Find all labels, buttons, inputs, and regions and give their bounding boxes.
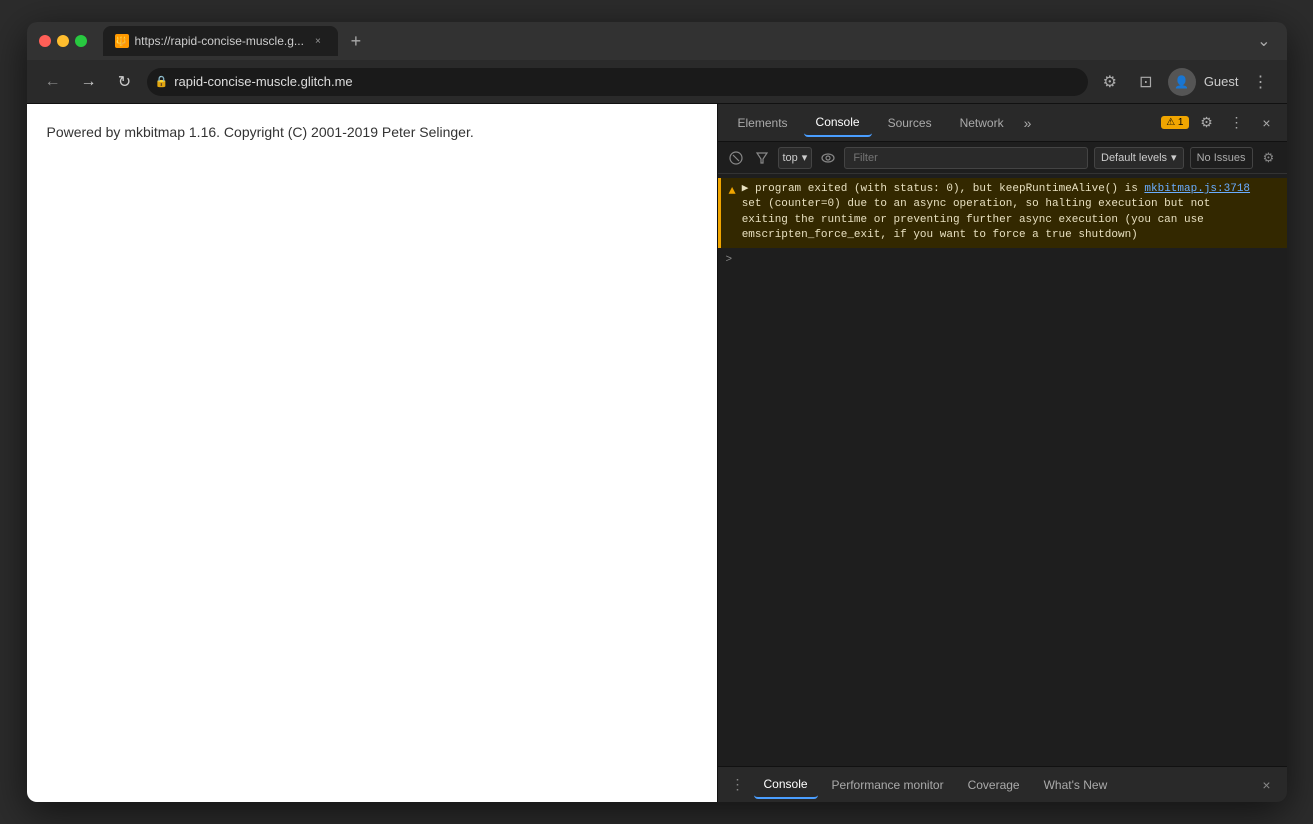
warning-badge[interactable]: ⚠ 1 (1161, 116, 1188, 129)
tab-network[interactable]: Network (948, 109, 1016, 137)
devtools-panel: Elements Console Sources Network » ⚠ 1 ⚙… (717, 104, 1287, 802)
split-view-icon[interactable]: ⊡ (1132, 68, 1160, 96)
devtools-header: Elements Console Sources Network » ⚠ 1 ⚙… (718, 104, 1287, 142)
eye-icon[interactable] (818, 148, 838, 168)
bottom-tab-coverage[interactable]: Coverage (958, 771, 1030, 799)
filter-input[interactable] (844, 147, 1088, 169)
profile-avatar[interactable]: 👤 (1168, 68, 1196, 96)
profile-label: Guest (1204, 74, 1239, 89)
maximize-window-button[interactable] (75, 35, 87, 47)
bottom-bar-close-button[interactable]: × (1255, 773, 1279, 797)
webpage-content: Powered by mkbitmap 1.16. Copyright (C) … (27, 104, 717, 802)
webpage-text: Powered by mkbitmap 1.16. Copyright (C) … (47, 124, 697, 140)
console-link[interactable]: mkbitmap.js:3718 (1144, 183, 1250, 195)
forward-button[interactable]: → (75, 68, 103, 96)
console-settings-button[interactable]: ⚙ (1259, 148, 1279, 168)
console-message-text: ▶ program exited (with status: 0), but k… (742, 182, 1279, 244)
tab-console[interactable]: Console (804, 109, 872, 137)
address-input[interactable]: 🔒 rapid-concise-muscle.glitch.me (147, 68, 1088, 96)
minimize-window-button[interactable] (57, 35, 69, 47)
clear-console-button[interactable] (726, 148, 746, 168)
tab-elements[interactable]: Elements (726, 109, 800, 137)
address-text: rapid-concise-muscle.glitch.me (174, 74, 352, 89)
levels-label: Default levels (1101, 152, 1167, 164)
message-prefix: ▶ (742, 183, 755, 195)
tab-favicon: 🔱 (115, 34, 129, 48)
bottom-tab-console[interactable]: Console (754, 771, 818, 799)
console-warning-message: ▲ ▶ program exited (with status: 0), but… (718, 178, 1287, 248)
extension-icon[interactable]: ⚙ (1096, 68, 1124, 96)
levels-arrow: ▾ (1171, 151, 1177, 164)
tab-bar: 🔱 https://rapid-concise-muscle.g... × + … (103, 26, 1275, 56)
devtools-header-end: ⚠ 1 ⚙ ⋮ × (1161, 111, 1278, 135)
tab-close-button[interactable]: × (310, 33, 326, 49)
traffic-lights (39, 35, 87, 47)
tab-dropdown-button[interactable]: ⌄ (1253, 27, 1274, 55)
devtools-close-button[interactable]: × (1255, 111, 1279, 135)
no-issues-badge[interactable]: No Issues (1190, 147, 1253, 169)
more-options-button[interactable]: ⋮ (1247, 68, 1275, 96)
context-label: top (783, 152, 798, 164)
devtools-bottom-bar: ⋮ Console Performance monitor Coverage W… (718, 766, 1287, 802)
new-tab-button[interactable]: + (342, 27, 370, 55)
tab-sources[interactable]: Sources (876, 109, 944, 137)
address-bar: ← → ↻ 🔒 rapid-concise-muscle.glitch.me ⚙… (27, 60, 1287, 104)
close-window-button[interactable] (39, 35, 51, 47)
message-text-part2: set (counter=0) due to an async operatio… (742, 198, 1211, 241)
tab-title: https://rapid-concise-muscle.g... (135, 34, 304, 48)
console-content: ▲ ▶ program exited (with status: 0), but… (718, 174, 1287, 766)
refresh-button[interactable]: ↻ (111, 68, 139, 96)
console-input-row[interactable]: > (718, 248, 1287, 272)
filter-icon (752, 148, 772, 168)
devtools-settings-button[interactable]: ⚙ (1195, 111, 1219, 135)
message-text-part1: program exited (with status: 0), but kee… (755, 183, 1144, 195)
bottom-tab-performance-monitor[interactable]: Performance monitor (822, 771, 954, 799)
context-selector[interactable]: top ▾ (778, 147, 813, 169)
bottom-bar-icon[interactable]: ⋮ (726, 773, 750, 797)
title-bar: 🔱 https://rapid-concise-muscle.g... × + … (27, 22, 1287, 60)
devtools-more-button[interactable]: ⋮ (1225, 111, 1249, 135)
toolbar-icons: ⚙ ⊡ 👤 Guest ⋮ (1096, 68, 1275, 96)
default-levels-selector[interactable]: Default levels ▾ (1094, 147, 1184, 169)
browser-tab[interactable]: 🔱 https://rapid-concise-muscle.g... × (103, 26, 338, 56)
context-arrow: ▾ (802, 151, 808, 164)
console-toolbar: top ▾ Default levels ▾ No Issues ⚙ (718, 142, 1287, 174)
warning-icon: ▲ (729, 183, 736, 200)
main-area: Powered by mkbitmap 1.16. Copyright (C) … (27, 104, 1287, 802)
prompt-arrow: > (726, 254, 733, 266)
back-button[interactable]: ← (39, 68, 67, 96)
devtools-tabs-more[interactable]: » (1020, 111, 1036, 135)
browser-window: 🔱 https://rapid-concise-muscle.g... × + … (27, 22, 1287, 802)
lock-icon: 🔒 (155, 75, 169, 88)
bottom-tab-whats-new[interactable]: What's New (1034, 771, 1118, 799)
